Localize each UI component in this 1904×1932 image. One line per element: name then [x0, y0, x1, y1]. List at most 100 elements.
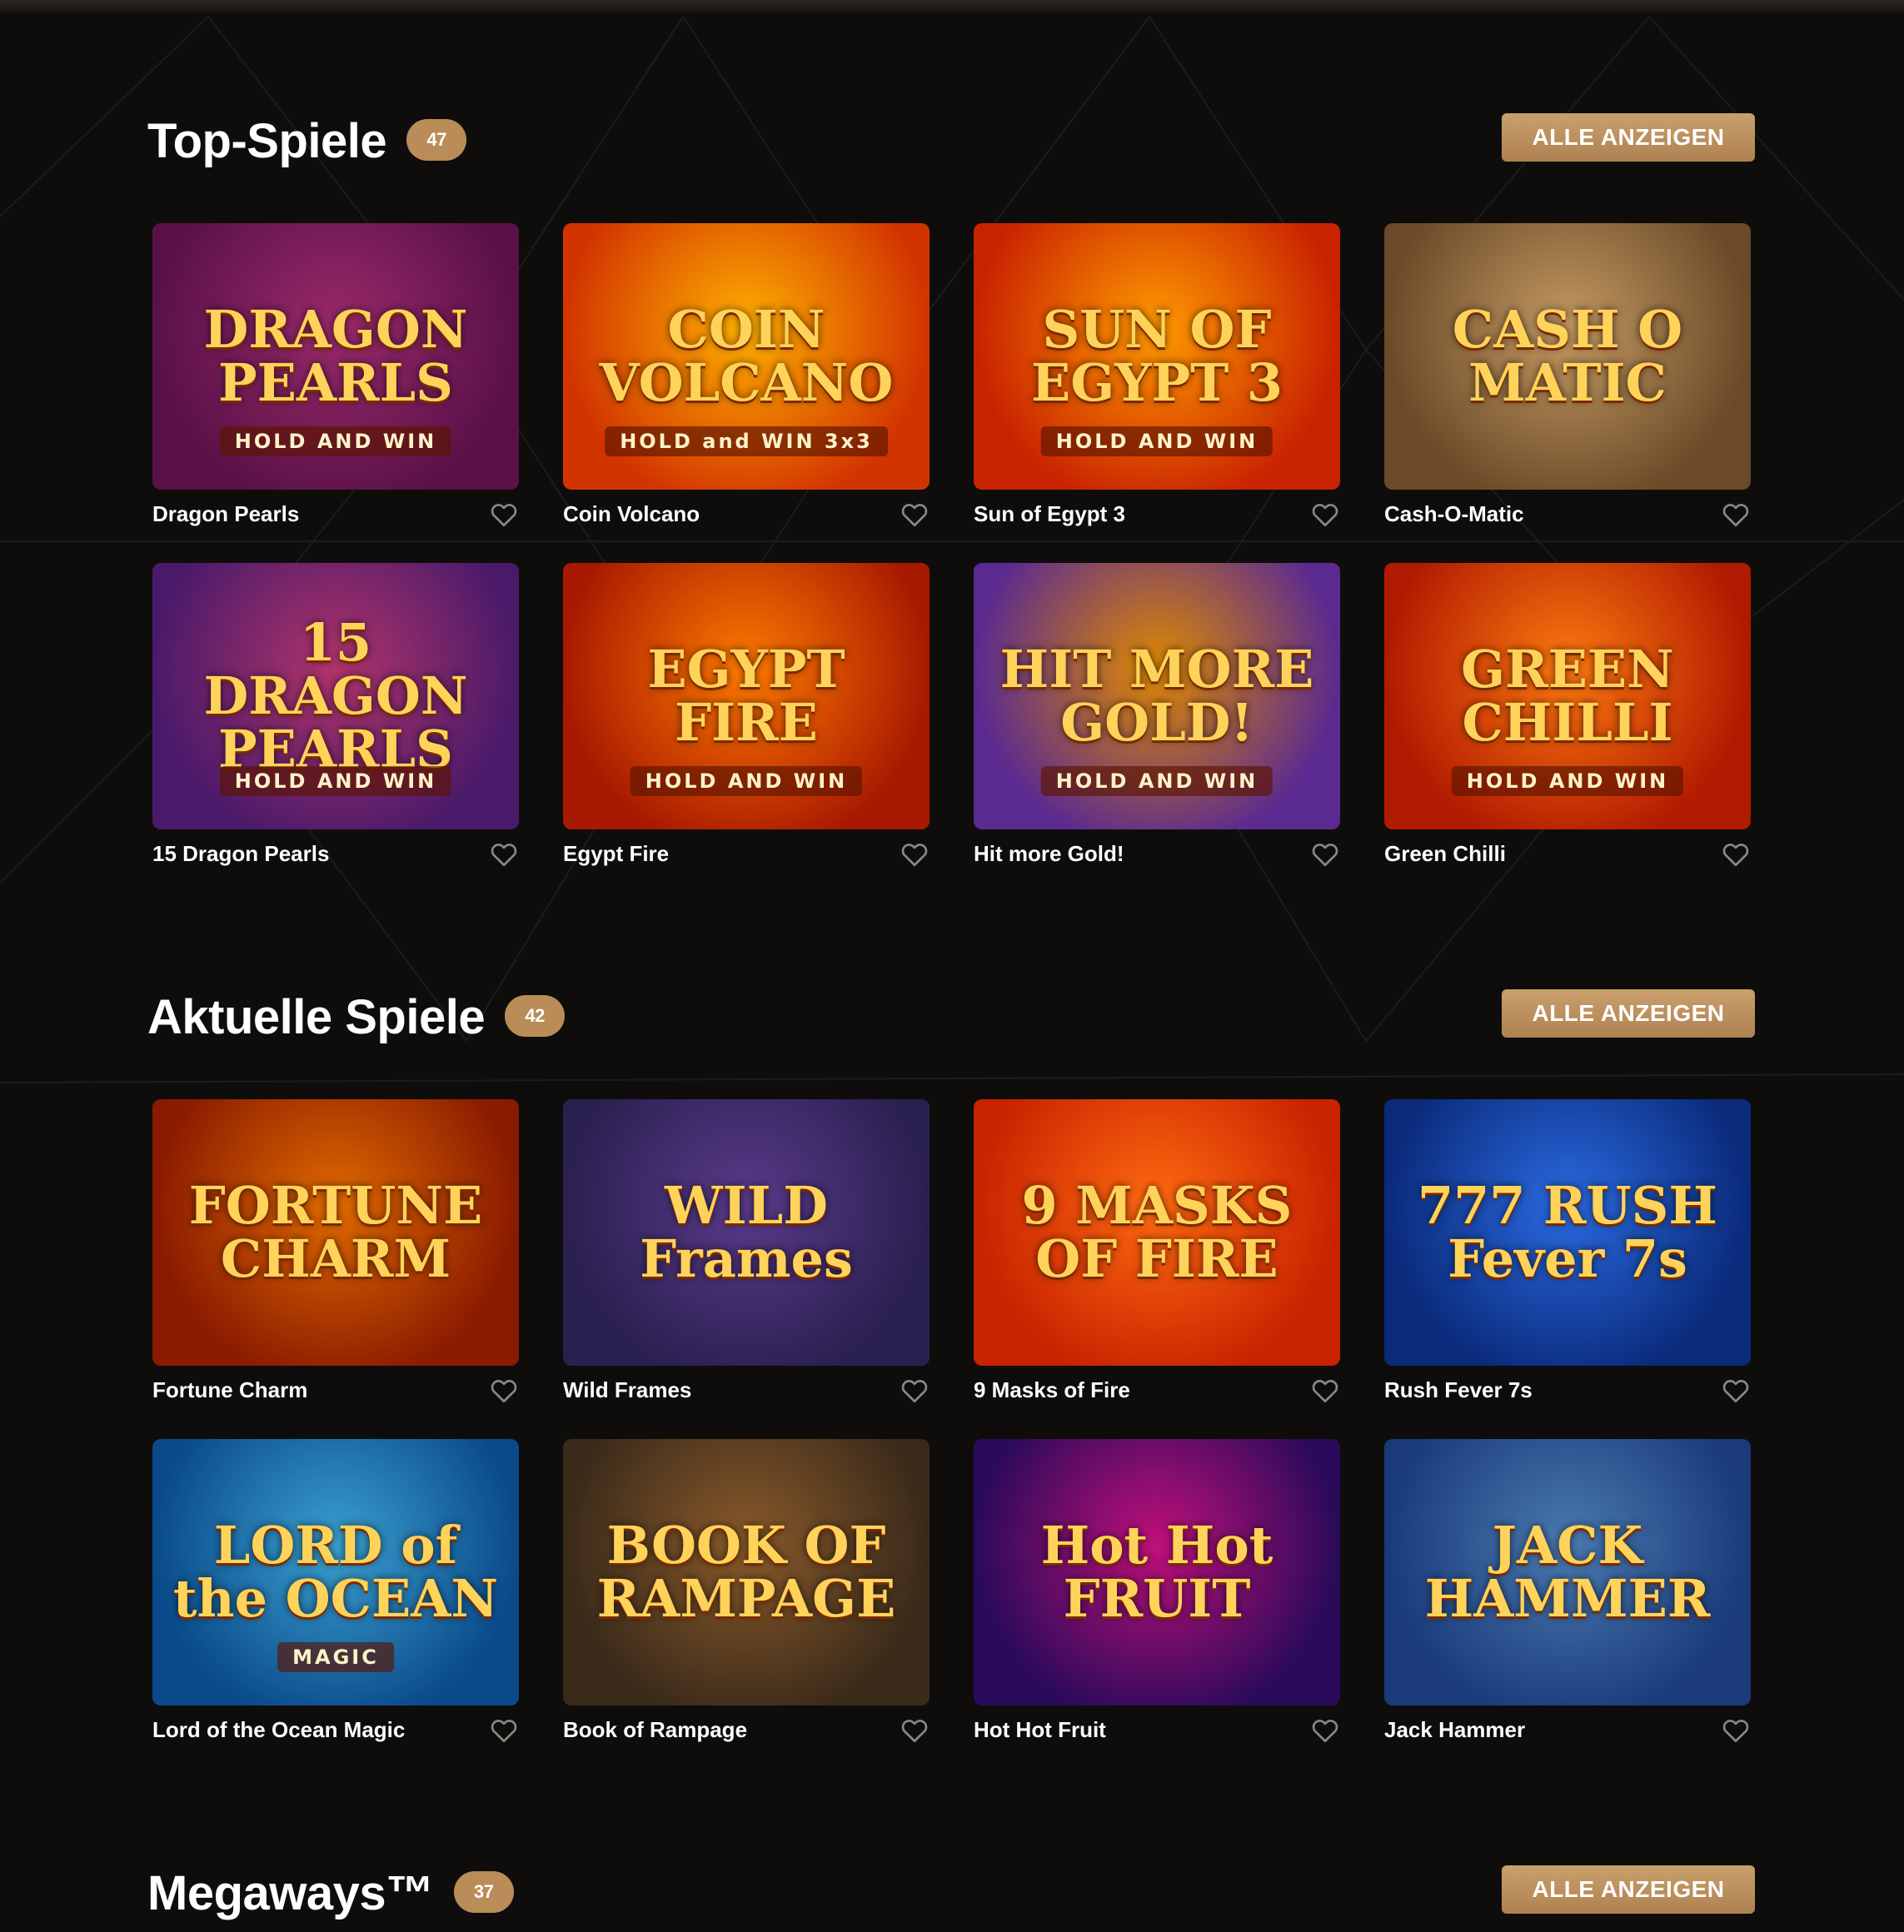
- game-card[interactable]: DRAGON PEARLS HOLD AND WIN Dragon Pearls: [152, 223, 519, 540]
- game-card[interactable]: EGYPT FIRE HOLD AND WIN Egypt Fire: [563, 563, 930, 879]
- game-name: Sun of Egypt 3: [974, 501, 1125, 526]
- favorite-heart-icon[interactable]: [1721, 1715, 1751, 1745]
- game-logo-text: BOOK OF RAMPAGE: [596, 1515, 896, 1629]
- game-lobby: Top-Spiele 47 ALLE ANZEIGEN DRAGON PEARLS HO…: [0, 0, 1904, 1932]
- game-thumbnail[interactable]: COIN VOLCANO HOLD and WIN 3x3: [563, 223, 930, 490]
- favorite-heart-icon[interactable]: [900, 1376, 930, 1406]
- game-logo-text: FORTUNE CHARM: [188, 1175, 483, 1289]
- game-card[interactable]: SUN OF EGYPT 3 HOLD AND WIN Sun of Egypt 3: [974, 223, 1340, 540]
- game-logo-subtitle: HOLD AND WIN: [219, 426, 452, 456]
- game-logo-text: LORD of the OCEAN: [172, 1515, 499, 1629]
- game-thumbnail[interactable]: FORTUNE CHARM: [152, 1099, 519, 1366]
- favorite-heart-icon[interactable]: [1310, 500, 1340, 530]
- game-logo-text: 15 DRAGON PEARLS: [203, 612, 468, 779]
- game-logo-subtitle: HOLD AND WIN: [630, 766, 863, 796]
- game-logo-text: 9 MASKS OF FIRE: [1021, 1175, 1293, 1289]
- game-logo-text: JACK HAMMER: [1424, 1515, 1711, 1629]
- game-card[interactable]: Hot Hot FRUIT Hot Hot Fruit: [974, 1439, 1340, 1755]
- favorite-heart-icon[interactable]: [489, 1715, 519, 1745]
- game-name: Jack Hammer: [1384, 1717, 1526, 1742]
- game-name: Hot Hot Fruit: [974, 1717, 1106, 1742]
- game-thumbnail[interactable]: EGYPT FIRE HOLD AND WIN: [563, 563, 930, 829]
- game-logo-subtitle: HOLD AND WIN: [1040, 766, 1273, 796]
- favorite-heart-icon[interactable]: [1310, 1715, 1340, 1745]
- game-card[interactable]: 15 DRAGON PEARLS HOLD AND WIN 15 Dragon Pe…: [152, 563, 519, 879]
- section-title: Megaways™ 37: [147, 1869, 514, 1919]
- game-count-badge: 37: [453, 1870, 514, 1913]
- favorite-heart-icon[interactable]: [1721, 839, 1751, 869]
- game-logo-text: 777 RUSH Fever 7s: [1418, 1175, 1717, 1289]
- show-all-button[interactable]: ALLE ANZEIGEN: [1502, 989, 1755, 1038]
- game-card[interactable]: CASH O MATIC Cash-O-Matic: [1384, 223, 1751, 540]
- game-logo-text: HIT MORE GOLD!: [999, 639, 1314, 753]
- game-name: Book of Rampage: [563, 1717, 748, 1742]
- game-card[interactable]: FORTUNE CHARM Fortune Charm: [152, 1099, 519, 1416]
- game-card[interactable]: 777 RUSH Fever 7s Rush Fever 7s: [1384, 1099, 1751, 1416]
- game-name: Wild Frames: [563, 1377, 692, 1402]
- favorite-heart-icon[interactable]: [1310, 1376, 1340, 1406]
- game-count-badge: 42: [505, 994, 566, 1037]
- section-header: Aktuelle Spiele 42 ALLE ANZEIGEN: [147, 989, 1755, 1043]
- game-name: Fortune Charm: [152, 1377, 308, 1402]
- section-title: Aktuelle Spiele 42: [147, 993, 566, 1043]
- game-logo-text: WILD Frames: [640, 1175, 853, 1289]
- game-card[interactable]: 9 MASKS OF FIRE 9 Masks of Fire: [974, 1099, 1340, 1416]
- favorite-heart-icon[interactable]: [1310, 839, 1340, 869]
- game-card[interactable]: JACK HAMMER Jack Hammer: [1384, 1439, 1751, 1755]
- game-name: Rush Fever 7s: [1384, 1377, 1533, 1402]
- game-card[interactable]: LORD of the OCEAN MAGIC Lord of the Ocean …: [152, 1439, 519, 1755]
- game-thumbnail[interactable]: Hot Hot FRUIT: [974, 1439, 1340, 1705]
- section-header: Megaways™ 37 ALLE ANZEIGEN: [147, 1865, 1755, 1919]
- game-thumbnail[interactable]: HIT MORE GOLD! HOLD AND WIN: [974, 563, 1340, 829]
- favorite-heart-icon[interactable]: [489, 500, 519, 530]
- favorite-heart-icon[interactable]: [900, 839, 930, 869]
- game-card[interactable]: WILD Frames Wild Frames: [563, 1099, 930, 1416]
- favorite-heart-icon[interactable]: [489, 1376, 519, 1406]
- favorite-heart-icon[interactable]: [489, 839, 519, 869]
- game-thumbnail[interactable]: CASH O MATIC: [1384, 223, 1751, 490]
- section-title: Top-Spiele 47: [147, 114, 467, 168]
- game-logo-text: DRAGON PEARLS: [203, 299, 468, 413]
- game-thumbnail[interactable]: 15 DRAGON PEARLS HOLD AND WIN: [152, 563, 519, 829]
- game-name: 9 Masks of Fire: [974, 1377, 1130, 1402]
- favorite-heart-icon[interactable]: [900, 1715, 930, 1745]
- game-thumbnail[interactable]: DRAGON PEARLS HOLD AND WIN: [152, 223, 519, 490]
- game-logo-text: EGYPT FIRE: [647, 639, 845, 753]
- game-name: Hit more Gold!: [974, 841, 1124, 866]
- game-thumbnail[interactable]: LORD of the OCEAN MAGIC: [152, 1439, 519, 1705]
- game-thumbnail[interactable]: WILD Frames: [563, 1099, 930, 1366]
- game-thumbnail[interactable]: JACK HAMMER: [1384, 1439, 1751, 1705]
- game-logo-subtitle: MAGIC: [277, 1642, 394, 1672]
- game-thumbnail[interactable]: 777 RUSH Fever 7s: [1384, 1099, 1751, 1366]
- game-logo-text: COIN VOLCANO: [599, 299, 894, 413]
- game-name: Green Chilli: [1384, 841, 1506, 866]
- game-thumbnail[interactable]: GREEN CHILLI HOLD AND WIN: [1384, 563, 1751, 829]
- game-name: Cash-O-Matic: [1384, 501, 1524, 526]
- game-card[interactable]: HIT MORE GOLD! HOLD AND WIN Hit more Gold!: [974, 563, 1340, 879]
- game-count-badge: 47: [406, 118, 467, 161]
- game-name: Dragon Pearls: [152, 501, 300, 526]
- game-logo-text: Hot Hot FRUIT: [1040, 1515, 1273, 1629]
- favorite-heart-icon[interactable]: [1721, 1376, 1751, 1406]
- game-logo-subtitle: HOLD AND WIN: [1451, 766, 1684, 796]
- show-all-button[interactable]: ALLE ANZEIGEN: [1502, 113, 1755, 162]
- game-logo-text: GREEN CHILLI: [1461, 639, 1674, 753]
- game-card[interactable]: BOOK OF RAMPAGE Book of Rampage: [563, 1439, 930, 1755]
- game-name: 15 Dragon Pearls: [152, 841, 330, 866]
- show-all-button[interactable]: ALLE ANZEIGEN: [1502, 1865, 1755, 1914]
- section-header: Top-Spiele 47 ALLE ANZEIGEN: [147, 113, 1755, 168]
- game-thumbnail[interactable]: BOOK OF RAMPAGE: [563, 1439, 930, 1705]
- game-logo-subtitle: HOLD AND WIN: [1040, 426, 1273, 456]
- game-thumbnail[interactable]: 9 MASKS OF FIRE: [974, 1099, 1340, 1366]
- favorite-heart-icon[interactable]: [900, 500, 930, 530]
- favorite-heart-icon[interactable]: [1721, 500, 1751, 530]
- game-logo-subtitle: HOLD AND WIN: [219, 766, 452, 796]
- section-title-text: Top-Spiele: [147, 114, 387, 168]
- game-name: Egypt Fire: [563, 841, 670, 866]
- game-name: Coin Volcano: [563, 501, 700, 526]
- game-thumbnail[interactable]: SUN OF EGYPT 3 HOLD AND WIN: [974, 223, 1340, 490]
- game-card[interactable]: COIN VOLCANO HOLD and WIN 3x3 Coin Volcano: [563, 223, 930, 540]
- game-card[interactable]: GREEN CHILLI HOLD AND WIN Green Chilli: [1384, 563, 1751, 879]
- game-logo-subtitle: HOLD and WIN 3x3: [605, 426, 888, 456]
- section-title-text: Megaways™: [147, 1866, 434, 1920]
